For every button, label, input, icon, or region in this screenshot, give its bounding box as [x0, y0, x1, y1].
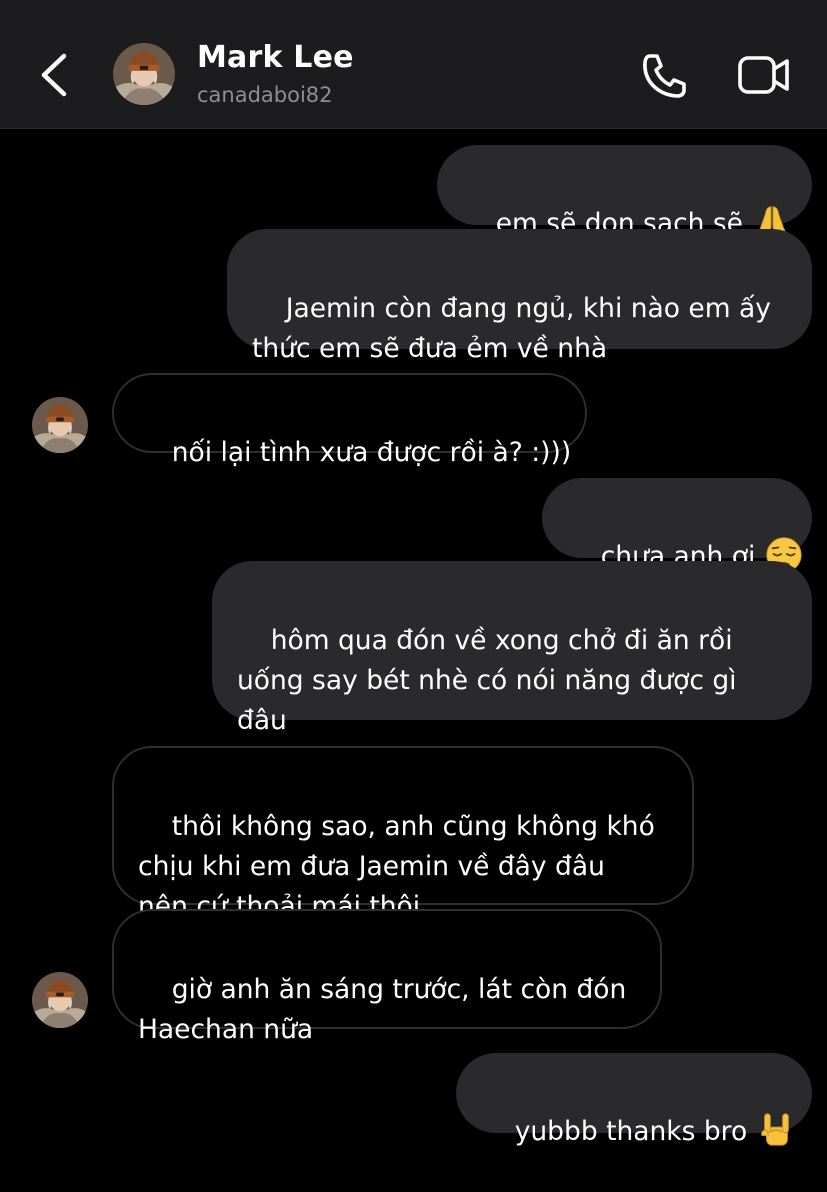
chevron-left-icon	[41, 53, 67, 97]
contact-handle: canadaboi82	[197, 83, 333, 107]
phone-icon	[643, 54, 686, 98]
message-bubble-outgoing[interactable]: hôm qua đón về xong chở đi ăn rồi uống s…	[212, 561, 812, 736]
message-text: giờ anh ăn sáng trước, lát còn đón Haech…	[138, 974, 627, 1045]
chat-header: Mark Lee canadaboi82	[0, 0, 827, 129]
message-text: yubbb thanks bro	[514, 1116, 748, 1147]
back-button[interactable]	[30, 48, 80, 102]
sender-avatar[interactable]	[32, 397, 88, 453]
video-camera-icon	[738, 56, 789, 94]
message-bubble-outgoing[interactable]: em sẽ dọn sạch sẽ	[437, 145, 812, 240]
video-call-button[interactable]	[735, 50, 793, 100]
message-text: Jaemin còn đang ngủ, khi nào em ấy thức …	[252, 293, 771, 364]
contact-avatar[interactable]	[113, 43, 175, 105]
message-text: thôi không sao, anh cũng không khó chịu …	[138, 811, 655, 922]
contact-name[interactable]: Mark Lee	[197, 40, 354, 75]
message-bubble-outgoing[interactable]: chưa anh ơi	[542, 478, 812, 573]
message-bubble-incoming[interactable]: giờ anh ăn sáng trước, lát còn đón Haech…	[112, 909, 662, 1045]
message-bubble-incoming[interactable]: nối lại tình xưa được rồi à? :)))	[112, 373, 587, 468]
message-bubble-incoming[interactable]: thôi không sao, anh cũng không khó chịu …	[112, 746, 694, 922]
message-text: hôm qua đón về xong chở đi ăn rồi uống s…	[237, 625, 737, 736]
sender-avatar[interactable]	[32, 972, 88, 1028]
voice-call-button[interactable]	[638, 50, 692, 100]
message-thread[interactable]: em sẽ dọn sạch sẽ Jaemin còn đang ngủ, k…	[0, 129, 827, 1147]
message-bubble-outgoing[interactable]: Jaemin còn đang ngủ, khi nào em ấy thức …	[227, 229, 812, 364]
message-bubble-outgoing[interactable]: yubbb thanks bro	[456, 1053, 812, 1147]
message-text: nối lại tình xưa được rồi à? :)))	[171, 437, 572, 468]
